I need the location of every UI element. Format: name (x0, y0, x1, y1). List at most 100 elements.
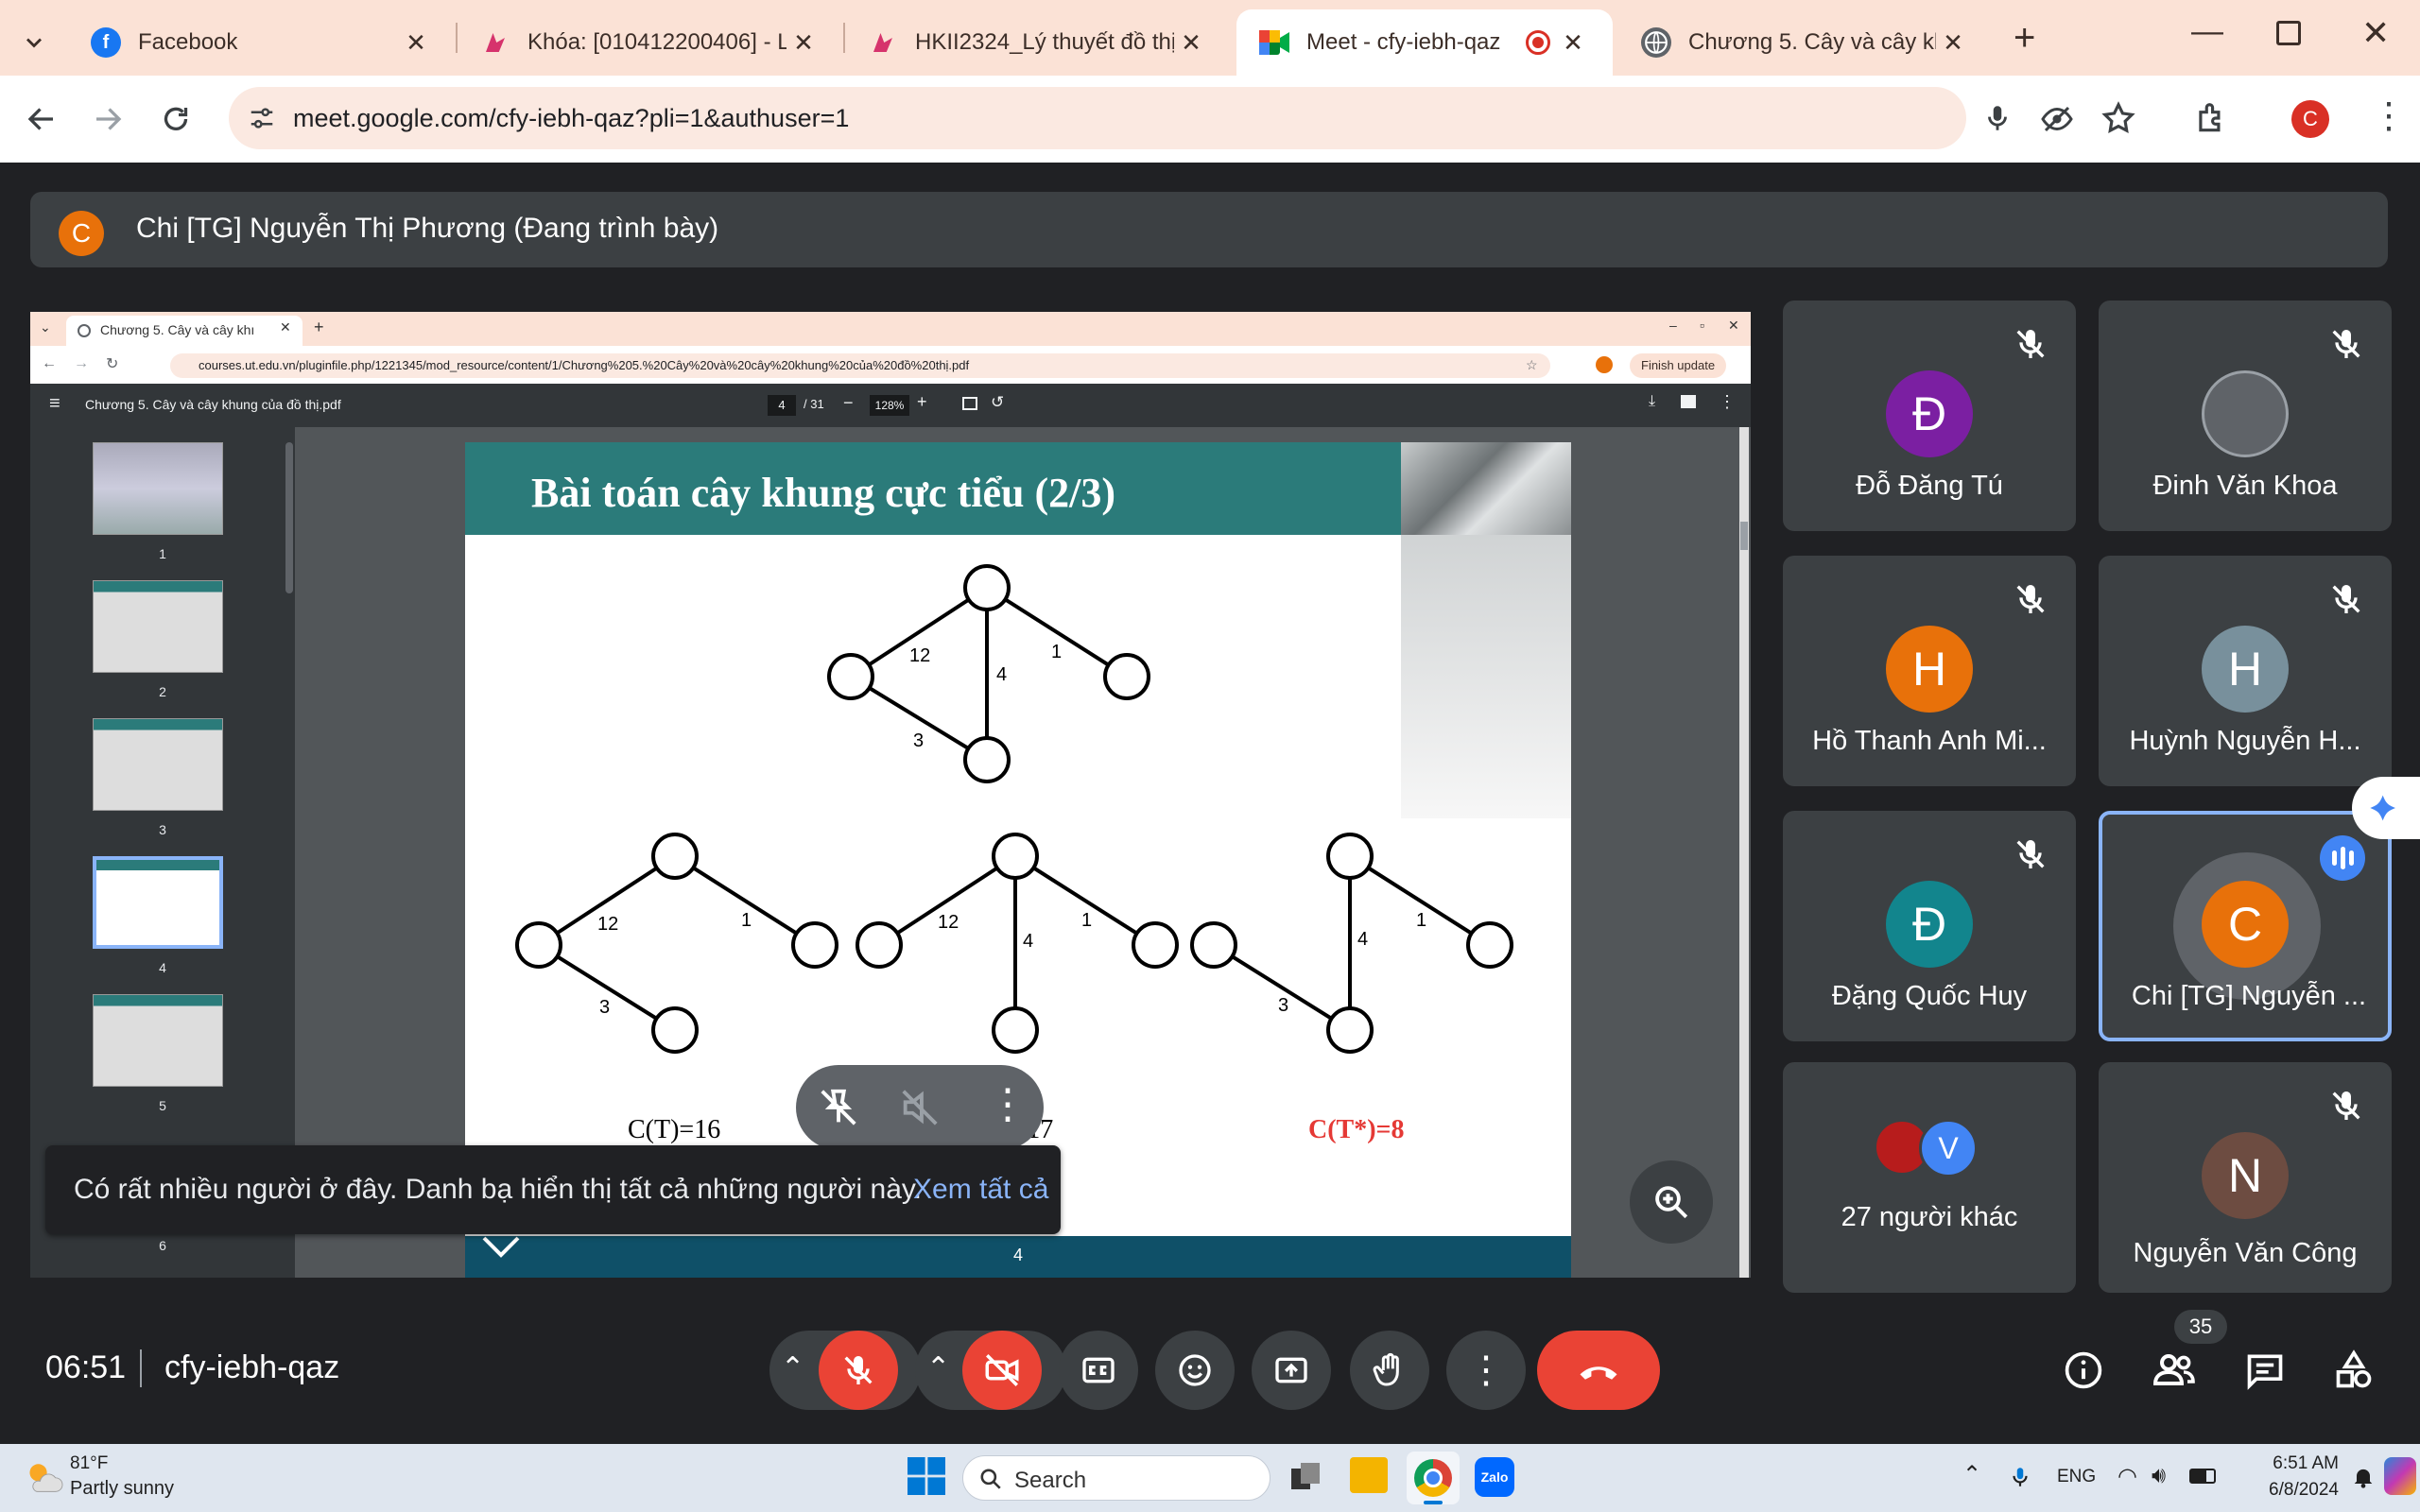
tab-hkii[interactable]: HKII2324_Lý thuyết đồ thị_0 ✕ (845, 9, 1231, 76)
browser-toolbar: meet.google.com/cfy-iebh-qaz?pli=1&authu… (0, 76, 2420, 163)
url-text[interactable]: meet.google.com/cfy-iebh-qaz?pli=1&authu… (293, 104, 849, 133)
zoom-button[interactable] (1630, 1160, 1713, 1244)
back-icon[interactable] (25, 102, 59, 136)
avatar: H (1886, 626, 1973, 713)
extensions-icon[interactable] (2193, 100, 2229, 136)
tab-chuong5[interactable]: Chương 5. Cây và cây khung ✕ (1618, 9, 1993, 76)
avatar: Đ (1886, 370, 1973, 457)
chevron-up-icon[interactable]: ⌃ (926, 1351, 950, 1384)
chat-button[interactable] (2237, 1342, 2293, 1399)
taskbar-date[interactable]: 6/8/2024 (2235, 1480, 2339, 1501)
recording-icon (1526, 30, 1550, 55)
present-button[interactable] (1252, 1331, 1331, 1410)
edge-weight-label: 12 (938, 912, 959, 933)
camera-blocked-icon[interactable] (2040, 102, 2074, 136)
close-icon[interactable]: ✕ (1936, 28, 1970, 58)
avatar: C (2202, 881, 2289, 968)
new-tab-icon: + (314, 318, 324, 336)
wifi-icon[interactable]: ◠ (2118, 1463, 2137, 1490)
others-tile[interactable]: V 27 người khác (1783, 1062, 2076, 1293)
file-explorer-icon[interactable] (1350, 1457, 1388, 1493)
leave-call-button[interactable] (1537, 1331, 1660, 1410)
zoom-in-icon: + (917, 392, 927, 411)
new-tab-icon[interactable]: + (2014, 17, 2035, 60)
microphone-button[interactable] (819, 1331, 898, 1410)
avatar: N (2202, 1132, 2289, 1219)
notification-bell-icon[interactable] (2350, 1463, 2377, 1491)
presenter-avatar: C (59, 211, 104, 256)
close-icon[interactable]: ✕ (399, 28, 433, 58)
chevron-up-icon[interactable]: ⌃ (781, 1351, 804, 1384)
microphone-icon[interactable] (1981, 102, 2014, 134)
close-window-icon[interactable]: ✕ (2361, 13, 2390, 53)
tab-facebook[interactable]: f Facebook ✕ (68, 9, 456, 76)
forward-icon[interactable] (91, 102, 125, 136)
participant-tile[interactable]: H Huỳnh Nguyễn H... (2099, 556, 2392, 786)
tab-search-button[interactable] (0, 9, 68, 76)
thumbnail-scrollbar (285, 442, 293, 593)
participant-tile[interactable]: N Nguyễn Văn Công (2099, 1062, 2392, 1293)
close-icon[interactable]: ✕ (1556, 28, 1590, 58)
participant-tile-active[interactable]: C Chi [TG] Nguyễn ... (2099, 811, 2392, 1041)
pin-off-icon[interactable] (817, 1086, 860, 1129)
avatar (2202, 370, 2289, 457)
weather-temp: 81°F (70, 1453, 109, 1473)
side-assistant-button[interactable] (2352, 777, 2420, 839)
volume-off-icon[interactable] (898, 1086, 942, 1129)
task-view-icon[interactable] (1288, 1459, 1322, 1493)
mic-off-icon (844, 1356, 873, 1384)
taskbar-time[interactable]: 6:51 AM (2235, 1453, 2339, 1474)
reactions-button[interactable] (1155, 1331, 1235, 1410)
participant-tile[interactable]: Đ Đỗ Đăng Tú (1783, 301, 2076, 531)
profile-avatar[interactable]: C (2291, 100, 2329, 138)
language-indicator[interactable]: ENG (2057, 1467, 2096, 1487)
meeting-clock: 06:51 (45, 1349, 127, 1385)
meeting-details-button[interactable] (2055, 1342, 2112, 1399)
thumbnail-page-1 (93, 442, 223, 535)
camera-off-icon (985, 1354, 1019, 1386)
activities-button[interactable] (2325, 1342, 2382, 1399)
shared-audio-controls[interactable]: ⋮ (796, 1065, 1044, 1150)
more-options-icon[interactable]: ⋮ (987, 1080, 1028, 1128)
edge-weight-label: 1 (1081, 910, 1092, 931)
captions-button[interactable] (1059, 1331, 1138, 1410)
tab-meet[interactable]: Meet - cfy-iebh-qaz ✕ (1236, 9, 1613, 76)
page-number-input: 4 (768, 395, 796, 416)
zalo-icon[interactable]: Zalo (1475, 1457, 1514, 1497)
weather-icon (29, 1464, 63, 1492)
kebab-menu-icon[interactable]: ⋮ (2371, 94, 2407, 137)
close-icon[interactable]: ✕ (786, 28, 821, 58)
close-icon[interactable]: ✕ (1174, 28, 1208, 58)
volume-icon[interactable]: 🔊︎ (2152, 1463, 2166, 1489)
minimize-icon: – (1669, 318, 1677, 333)
participant-tile[interactable]: Đ Đặng Quốc Huy (1783, 811, 2076, 1041)
people-button[interactable] (2146, 1342, 2203, 1399)
pdf-filename: Chương 5. Cây và cây khung của đồ thị.pd… (85, 397, 341, 412)
restore-icon[interactable] (2276, 21, 2301, 45)
raise-hand-button[interactable] (1350, 1331, 1429, 1410)
reload-icon[interactable] (159, 102, 193, 136)
microphone-icon[interactable] (2008, 1463, 2032, 1491)
participant-name: Chi [TG] Nguyễn ... (2131, 981, 2367, 1011)
copilot-icon[interactable] (2384, 1457, 2416, 1495)
bookmark-star-icon[interactable] (2100, 100, 2136, 136)
participant-tile[interactable]: Đinh Văn Khoa (2099, 301, 2392, 531)
meeting-code: cfy-iebh-qaz (164, 1349, 340, 1385)
minimize-icon[interactable]: — (2191, 13, 2223, 50)
more-options-button[interactable]: ⋮ (1446, 1331, 1526, 1410)
edge-weight-label: 12 (909, 645, 930, 666)
participant-name: Đinh Văn Khoa (2152, 471, 2338, 501)
site-settings-icon[interactable] (248, 104, 276, 132)
taskbar-search[interactable]: Search (962, 1455, 1270, 1501)
chevron-up-icon[interactable]: ⌃ (1962, 1461, 1981, 1488)
participant-name: Hồ Thanh Anh Mi... (1812, 726, 2047, 756)
participant-tile[interactable]: H Hồ Thanh Anh Mi... (1783, 556, 2076, 786)
chrome-taskbar-button[interactable] (1407, 1452, 1460, 1504)
tab-khoa[interactable]: Khóa: [010412200406] - Lý t ✕ (458, 9, 843, 76)
battery-icon[interactable] (2189, 1469, 2216, 1484)
address-bar[interactable]: meet.google.com/cfy-iebh-qaz?pli=1&authu… (229, 87, 1966, 149)
participant-name: Đặng Quốc Huy (1831, 981, 2028, 1011)
camera-button[interactable] (962, 1331, 1042, 1410)
windows-start-icon[interactable] (908, 1457, 945, 1495)
view-all-link[interactable]: Xem tất cả (913, 1174, 1048, 1206)
